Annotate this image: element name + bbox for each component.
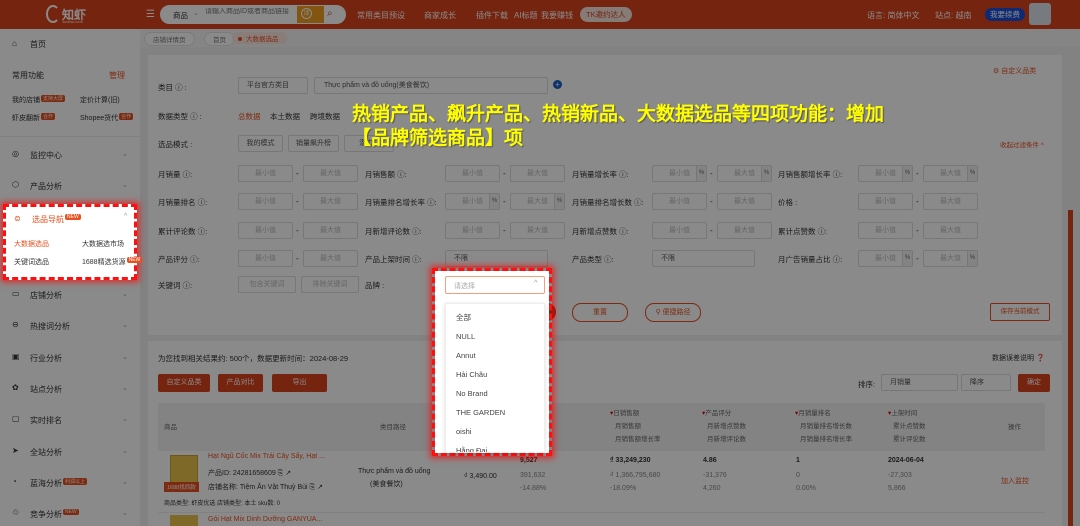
brand-option[interactable]: No Brand <box>446 384 544 403</box>
brand-option[interactable]: THE GARDEN <box>446 403 544 422</box>
annotation-text: 热销产品、飙升产品、热销新品、大数据选品等四项功能：增加 【品牌筛选商品】项 <box>352 104 885 149</box>
brand-option[interactable]: Hải Châu <box>446 365 544 384</box>
nav-group-highlight: ⊜ 选品导航 NEW ^ 大数据选品 大数据选市场 关键词选品 1688精选货源 N… <box>3 204 143 280</box>
brand-option[interactable]: oishi <box>446 422 544 441</box>
brand-options-list: 全部 NULL Annut Hải Châu No Brand THE GARDEN ois… <box>445 303 545 453</box>
chevron-up-icon[interactable]: ^ <box>124 213 127 220</box>
nav-big-data-market[interactable]: 大数据选市场 <box>82 239 124 249</box>
brand-option[interactable]: 全部 <box>446 308 544 327</box>
nav-keyword-selection[interactable]: 关键词选品 <box>14 257 49 267</box>
brand-select[interactable]: 请选择 ^ <box>445 276 545 294</box>
brand-option[interactable]: Hằng Đại <box>446 441 544 452</box>
sidebar-item-selection-nav[interactable]: 选品导航 NEW <box>32 214 81 225</box>
selection-nav-icon: ⊜ <box>14 214 21 223</box>
brand-dropdown-highlight: 请选择 ^ 全部 NULL Annut Hải Châu No Brand THE GAR… <box>432 268 552 456</box>
chevron-up-icon: ^ <box>534 280 538 287</box>
nav-1688-source[interactable]: 1688精选货源 NEW <box>82 257 143 267</box>
nav-big-data-selection[interactable]: 大数据选品 <box>14 239 49 249</box>
brand-option[interactable]: Annut <box>446 346 544 365</box>
brand-option[interactable]: NULL <box>446 327 544 346</box>
